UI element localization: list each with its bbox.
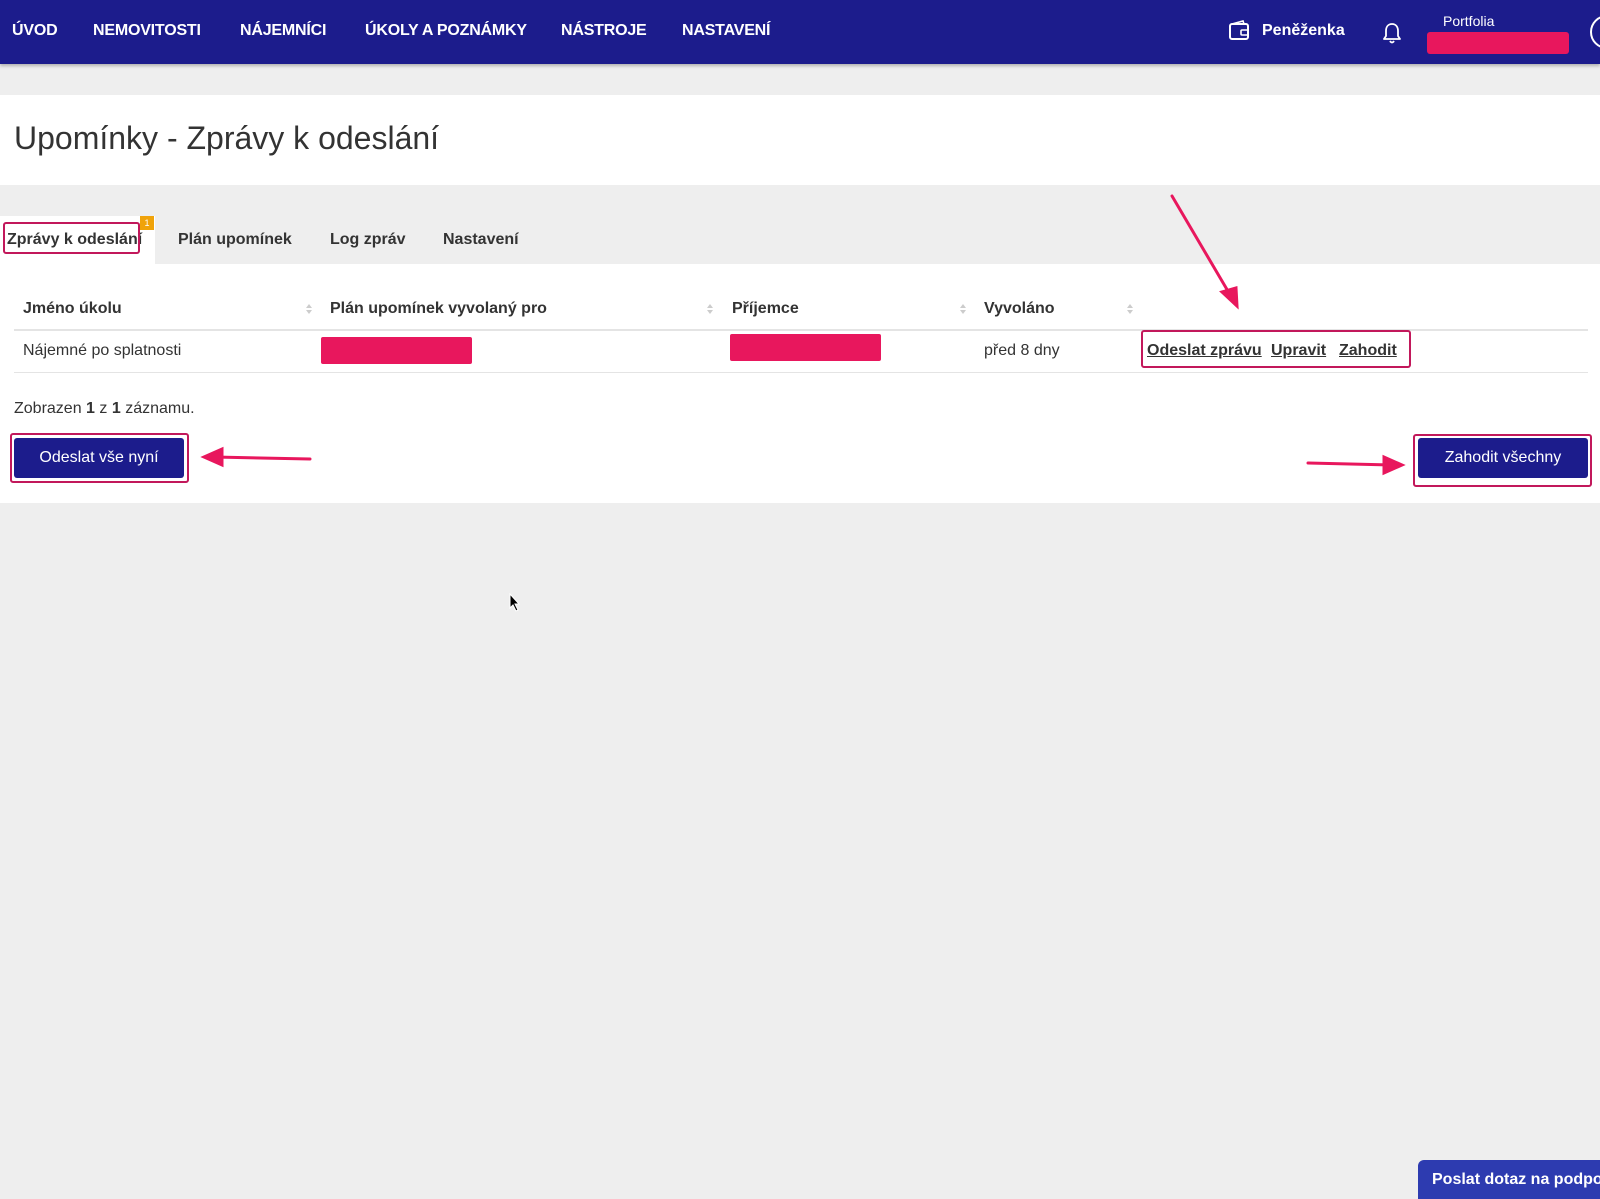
summary-suffix: záznamu. [125, 400, 195, 417]
summary-prefix: Zobrazen [14, 400, 82, 417]
column-header-task-name[interactable]: Jméno úkolu [23, 300, 122, 318]
wallet-label: Peněženka [1262, 22, 1345, 39]
nav-item-nemovitosti[interactable]: NEMOVITOSTI [93, 22, 201, 40]
wallet-link[interactable]: Peněženka [1228, 20, 1345, 42]
recipient-cell-redacted [730, 334, 881, 361]
tab-count-badge: 1 [140, 216, 154, 230]
top-navigation-bar: ÚVOD NEMOVITOSTI NÁJEMNÍCI ÚKOLY A POZNÁ… [0, 0, 1600, 64]
tab-nastaveni[interactable]: Nastavení [443, 231, 519, 249]
column-header-triggered[interactable]: Vyvoláno [984, 300, 1055, 318]
nav-item-ukoly[interactable]: ÚKOLY A POZNÁMKY [365, 22, 527, 40]
summary-mid: z [99, 400, 108, 417]
discard-link[interactable]: Zahodit [1339, 342, 1397, 360]
row-divider [14, 372, 1588, 373]
records-summary: Zobrazen 1 z 1 záznamu. [14, 400, 195, 418]
wallet-icon [1229, 20, 1249, 40]
page-title: Upomínky - Zprávy k odeslání [14, 120, 440, 156]
triggered-cell: před 8 dny [984, 342, 1060, 359]
send-message-link[interactable]: Odeslat zprávu [1147, 342, 1262, 360]
tab-highlight-annotation [3, 222, 140, 254]
summary-total: 1 [111, 400, 121, 417]
content-panel [0, 264, 1600, 503]
nav-item-uvod[interactable]: ÚVOD [12, 22, 58, 40]
portfolio-selector-redacted[interactable] [1427, 32, 1569, 54]
user-avatar-icon[interactable] [1590, 15, 1600, 49]
send-all-button[interactable]: Odeslat vše nyní [14, 438, 184, 478]
notifications-button[interactable] [1382, 22, 1402, 49]
bell-icon [1383, 23, 1401, 44]
sort-icon[interactable] [959, 301, 967, 317]
nav-item-najemnici[interactable]: NÁJEMNÍCI [240, 22, 326, 40]
sort-icon[interactable] [1126, 301, 1134, 317]
nav-item-nastaveni[interactable]: NASTAVENÍ [682, 22, 770, 40]
sort-icon[interactable] [706, 301, 714, 317]
edit-link[interactable]: Upravit [1271, 342, 1326, 360]
portfolio-label: Portfolia [1443, 13, 1495, 29]
summary-from: 1 [86, 400, 95, 417]
tab-plan-upominek[interactable]: Plán upomínek [178, 231, 292, 249]
task-name-cell: Nájemné po splatnosti [23, 342, 182, 359]
nav-item-nastroje[interactable]: NÁSTROJE [561, 22, 647, 40]
column-header-plan-for[interactable]: Plán upomínek vyvolaný pro [330, 300, 547, 318]
sort-icon[interactable] [305, 301, 313, 317]
mouse-cursor-icon [509, 593, 521, 612]
column-header-recipient[interactable]: Příjemce [732, 300, 799, 318]
plan-for-cell-redacted [321, 337, 472, 364]
discard-all-button[interactable]: Zahodit všechny [1418, 438, 1588, 478]
support-request-button[interactable]: Poslat dotaz na podporu [1418, 1160, 1600, 1199]
tab-log-zprav[interactable]: Log zpráv [330, 231, 406, 249]
